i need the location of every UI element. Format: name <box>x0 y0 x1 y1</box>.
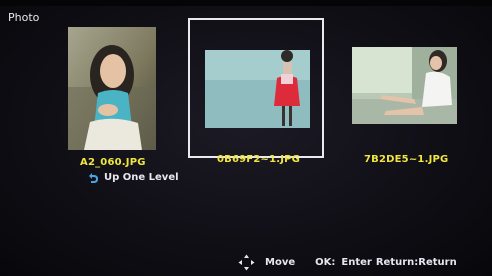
return-hint: Return <box>418 257 457 268</box>
photo-thumbnail-1[interactable] <box>68 27 156 150</box>
photo-image <box>68 27 156 150</box>
photo-thumbnail-3[interactable] <box>352 47 457 124</box>
screen-title: Photo <box>8 11 40 24</box>
dpad-arrows-icon <box>238 254 255 271</box>
move-hint: Move <box>265 257 296 268</box>
up-one-level-label: Up One Level <box>104 172 179 183</box>
up-one-level-item[interactable]: Up One Level <box>88 172 179 183</box>
thumbnail-caption: 7B2DE5~1.JPG <box>364 154 449 165</box>
photo-image <box>352 47 457 124</box>
ok-key-label: OK: <box>315 257 336 268</box>
enter-hint: Enter <box>341 257 372 268</box>
thumbnail-caption: 0B69F2~1.JPG <box>217 154 301 165</box>
back-arrow-icon <box>89 173 98 183</box>
key-hints-bar: Move OK: Enter Return: Return <box>238 254 457 271</box>
photo-thumbnail-2[interactable] <box>205 50 310 128</box>
bezel <box>0 0 492 6</box>
photo-image <box>205 50 310 128</box>
thumbnail-caption: A2_060.JPG <box>80 157 146 168</box>
return-key-label: Return: <box>375 257 419 268</box>
tv-screen: Photo A2_060.JPG 0B69F2~1.JPG 7B2DE5~1.J… <box>0 0 492 276</box>
